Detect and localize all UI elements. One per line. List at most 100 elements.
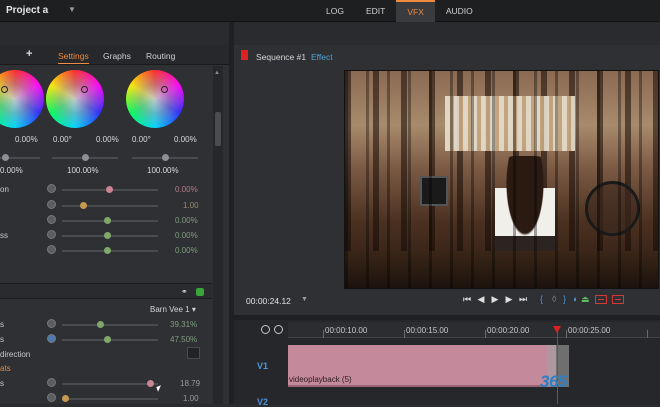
effects-toolbar: + Settings Graphs Routing [0, 45, 229, 65]
audio-monitor-icon[interactable]: ◖ [572, 294, 577, 304]
transition-preset-dropdown[interactable]: Barn Vee 1 ▾ [150, 305, 196, 314]
track-label-v2[interactable]: V2 [257, 397, 268, 407]
param-label: s [0, 379, 4, 388]
param-value: 0.00% [175, 185, 198, 194]
ruler-tick-label: 00:00:15.00 [406, 326, 449, 335]
ruler-tick [323, 330, 324, 338]
viewer-timecode[interactable]: 00:00:24.12 [246, 296, 291, 306]
enabled-indicator-icon[interactable] [196, 288, 204, 296]
wheel-2-percent: 0.00% [96, 135, 119, 144]
ruler-tick-label: 00:00:20.00 [487, 326, 530, 335]
reset-icon[interactable] [47, 230, 56, 239]
param-slider[interactable] [62, 247, 158, 254]
color-wheel-midtones[interactable] [46, 70, 104, 128]
reset-icon[interactable] [47, 200, 56, 209]
reset-icon[interactable] [47, 245, 56, 254]
keyframe-icon[interactable] [47, 334, 56, 343]
tab-edit[interactable]: EDIT [355, 0, 396, 22]
ruler-tick [647, 330, 648, 338]
param-label: s [0, 335, 4, 344]
wheel-3-value: 100.00% [147, 166, 179, 175]
video-preview[interactable] [344, 70, 659, 289]
param-slider[interactable] [62, 186, 158, 193]
zoom-in-icon[interactable] [261, 325, 270, 334]
param-slider[interactable] [62, 217, 158, 224]
link-icon[interactable]: ⚭ [181, 287, 191, 296]
color-wheel-handle[interactable] [81, 86, 88, 93]
param-slider[interactable] [62, 395, 158, 402]
track-label-v1[interactable]: V1 [257, 361, 268, 371]
project-dropdown-icon[interactable]: ▼ [68, 5, 76, 14]
clear-marks-icon[interactable]: ◊ [552, 294, 556, 304]
wheel-1-percent: 0.00% [15, 135, 38, 144]
param-label: on [0, 185, 9, 194]
overwrite-icon[interactable] [595, 295, 607, 304]
tab-graphs[interactable]: Graphs [103, 51, 131, 61]
tab-vfx[interactable]: VFX [396, 0, 435, 22]
transport-controls: ⏮ ◀ ▶ ▶ ⏭ [462, 294, 528, 305]
wheel-2-value: 100.00% [67, 166, 99, 175]
ruler-tick [485, 330, 486, 338]
tab-log[interactable]: LOG [315, 0, 355, 22]
clip-name: videoplayback (5) [289, 375, 352, 384]
timecode-dropdown-icon[interactable]: ▼ [301, 296, 308, 303]
param-slider[interactable] [62, 336, 158, 343]
param-value: 39.31% [170, 320, 198, 329]
color-wheel-handle[interactable] [1, 86, 8, 93]
param-slider[interactable] [62, 202, 158, 209]
param-label: s [0, 320, 4, 329]
param-value: 1.00 [183, 394, 199, 403]
param-value: 0.00% [175, 231, 198, 240]
param-value: 47.50% [170, 335, 198, 344]
wheel-3-slider[interactable] [132, 154, 198, 161]
reset-icon[interactable] [47, 215, 56, 224]
skip-end-icon[interactable]: ⏭ [518, 294, 528, 305]
reset-icon[interactable] [47, 319, 56, 328]
mark-out-icon[interactable]: } [563, 294, 566, 304]
tab-settings[interactable]: Settings [58, 51, 89, 64]
sequence-name[interactable]: Sequence #1 [256, 52, 306, 62]
param-value: 18.79 [180, 379, 201, 388]
reset-icon[interactable] [47, 378, 56, 387]
scroll-up-icon[interactable]: ▲ [214, 70, 220, 76]
direction-label: direction [0, 350, 31, 359]
playhead[interactable] [557, 328, 558, 404]
tab-routing[interactable]: Routing [146, 51, 175, 61]
barn-vee-transition-overlay [345, 71, 658, 288]
step-forward-icon[interactable]: ▶ [504, 294, 514, 305]
param-value: 1.00 [183, 201, 199, 210]
param-slider[interactable] [62, 321, 158, 328]
add-effect-button[interactable]: + [26, 48, 32, 60]
direction-checkbox[interactable] [187, 347, 200, 359]
effects-scroll-thumb[interactable] [215, 112, 221, 146]
main-tabs: LOG EDIT VFX AUDIO [315, 0, 484, 22]
color-wheel-handle[interactable] [161, 86, 168, 93]
param-slider[interactable] [62, 232, 158, 239]
ruler-tick [566, 330, 567, 338]
transition-header: ⚭ [0, 283, 212, 299]
zoom-out-icon[interactable] [274, 325, 283, 334]
param-slider[interactable] [62, 380, 158, 387]
play-icon[interactable]: ▶ [490, 294, 500, 305]
step-back-icon[interactable]: ◀ [476, 294, 486, 305]
sequence-flag-icon [241, 50, 248, 60]
viewer-mode[interactable]: Effect [311, 52, 333, 62]
reset-icon[interactable] [47, 393, 56, 402]
ruler-tick-label: 00:00:25.00 [568, 326, 611, 335]
wheel-3-percent: 0.00% [174, 135, 197, 144]
wheel-2-slider[interactable] [52, 154, 118, 161]
record-icon[interactable]: ⏏ [581, 294, 590, 305]
playhead-handle-icon[interactable] [553, 326, 561, 333]
tab-audio[interactable]: AUDIO [435, 0, 484, 22]
mark-in-icon[interactable]: { [540, 294, 543, 304]
param-value: 0.00% [175, 246, 198, 255]
reset-icon[interactable] [47, 184, 56, 193]
watermark-logo: 365 [540, 372, 567, 391]
insert-icon[interactable] [612, 295, 624, 304]
wheel-1-slider[interactable] [0, 154, 40, 161]
project-name[interactable]: Project a [6, 5, 48, 16]
skip-start-icon[interactable]: ⏮ [462, 294, 472, 305]
repeats-label: ats [0, 364, 11, 373]
color-wheel-highlights[interactable] [126, 70, 184, 128]
param-value: 0.00% [175, 216, 198, 225]
